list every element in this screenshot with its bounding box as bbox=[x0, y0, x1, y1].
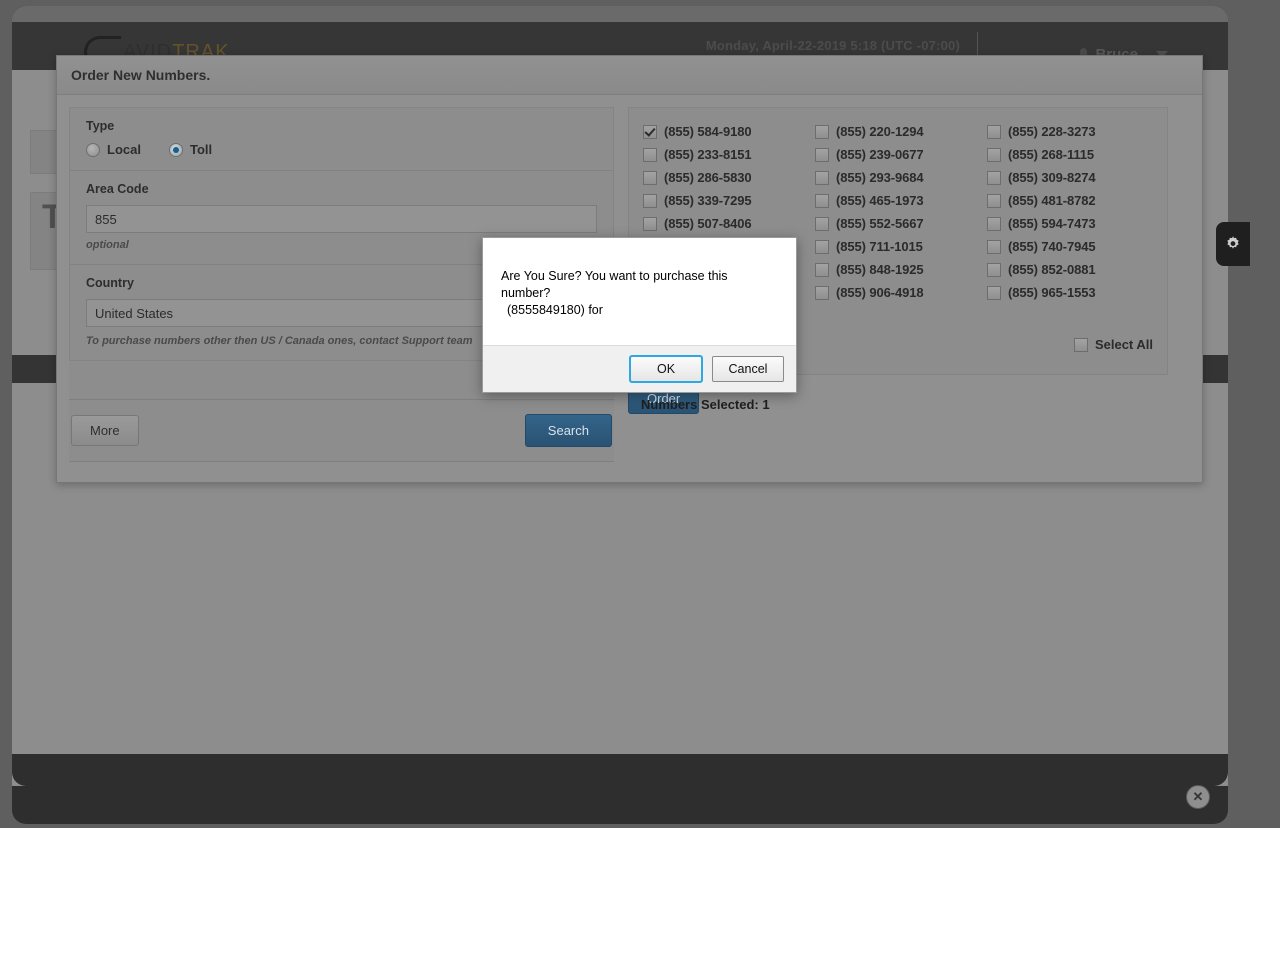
number-label: (855) 309-8274 bbox=[1008, 170, 1096, 185]
number-checkbox[interactable] bbox=[815, 124, 829, 139]
number-item[interactable]: (855) 465-1973 bbox=[815, 189, 981, 212]
number-checkbox[interactable] bbox=[987, 262, 1001, 277]
numbers-selected-count: Numbers Selected: 1 bbox=[641, 397, 770, 412]
app-shell: AVIDTRAK Monday, April-22-2019 5:18 (UTC… bbox=[0, 0, 1280, 828]
radio-toll[interactable]: Toll bbox=[168, 142, 213, 157]
number-item[interactable]: (855) 268-1115 bbox=[987, 143, 1153, 166]
number-label: (855) 228-3273 bbox=[1008, 124, 1096, 139]
number-checkbox[interactable] bbox=[987, 147, 1001, 162]
number-item[interactable]: (855) 852-0881 bbox=[987, 258, 1153, 281]
number-label: (855) 584-9180 bbox=[664, 124, 752, 139]
number-label: (855) 339-7295 bbox=[664, 193, 752, 208]
area-code-label: Area Code bbox=[86, 182, 149, 196]
number-checkbox[interactable] bbox=[643, 170, 657, 185]
confirm-purchase-dialog: Are You Sure? You want to purchase this … bbox=[482, 237, 797, 393]
number-label: (855) 711-1015 bbox=[836, 239, 923, 254]
number-label: (855) 293-9684 bbox=[836, 170, 924, 185]
number-checkbox[interactable] bbox=[987, 193, 1001, 208]
number-item[interactable]: (855) 507-8406 bbox=[643, 212, 809, 235]
app-footer bbox=[12, 754, 1228, 786]
overlay-close-button[interactable]: ✕ bbox=[1186, 785, 1210, 809]
number-checkbox[interactable] bbox=[815, 170, 829, 185]
number-item[interactable]: (855) 233-8151 bbox=[643, 143, 809, 166]
number-item[interactable]: (855) 584-9180 bbox=[643, 120, 809, 143]
radio-local-label: Local bbox=[107, 142, 141, 157]
number-item[interactable]: (855) 481-8782 bbox=[987, 189, 1153, 212]
number-checkbox[interactable] bbox=[643, 124, 657, 139]
radio-local-indicator bbox=[86, 142, 100, 157]
number-item[interactable]: (855) 220-1294 bbox=[815, 120, 981, 143]
radio-toll-indicator bbox=[168, 142, 183, 157]
close-icon: ✕ bbox=[1192, 789, 1204, 804]
number-checkbox[interactable] bbox=[815, 193, 829, 208]
number-item[interactable]: (855) 594-7473 bbox=[987, 212, 1153, 235]
number-checkbox[interactable] bbox=[643, 147, 657, 162]
confirm-message-line1: Are You Sure? You want to purchase this … bbox=[501, 269, 728, 300]
number-label: (855) 481-8782 bbox=[1008, 193, 1096, 208]
confirm-message-line2: (8555849180) for bbox=[507, 302, 603, 317]
confirm-dialog-footer: OK Cancel bbox=[483, 344, 796, 392]
modal-title: Order New Numbers. bbox=[71, 67, 211, 83]
number-label: (855) 286-5830 bbox=[664, 170, 752, 185]
number-checkbox[interactable] bbox=[987, 124, 1001, 139]
number-label: (855) 465-1973 bbox=[836, 193, 924, 208]
more-button[interactable]: More bbox=[71, 415, 139, 446]
type-label: Type bbox=[86, 119, 115, 133]
number-label: (855) 268-1115 bbox=[1008, 147, 1095, 162]
topbar-datetime: Monday, April-22-2019 5:18 (UTC -07:00) bbox=[705, 38, 960, 53]
number-label: (855) 233-8151 bbox=[664, 147, 752, 162]
form-actions: More Search bbox=[69, 399, 614, 462]
number-checkbox[interactable] bbox=[987, 216, 1001, 231]
number-label: (855) 740-7945 bbox=[1008, 239, 1096, 254]
number-checkbox[interactable] bbox=[815, 262, 829, 277]
number-checkbox[interactable] bbox=[987, 239, 1001, 254]
number-item[interactable]: (855) 848-1925 bbox=[815, 258, 981, 281]
confirm-ok-button[interactable]: OK bbox=[629, 354, 703, 383]
number-checkbox[interactable] bbox=[815, 147, 829, 162]
number-item[interactable]: (855) 228-3273 bbox=[987, 120, 1153, 143]
number-label: (855) 220-1294 bbox=[836, 124, 924, 139]
number-item[interactable]: (855) 552-5667 bbox=[815, 212, 981, 235]
number-item[interactable]: (855) 740-7945 bbox=[987, 235, 1153, 258]
number-item[interactable]: (855) 286-5830 bbox=[643, 166, 809, 189]
number-checkbox[interactable] bbox=[987, 285, 1001, 300]
number-item[interactable]: (855) 339-7295 bbox=[643, 189, 809, 212]
number-item[interactable]: (855) 965-1553 bbox=[987, 281, 1153, 304]
select-all-label: Select All bbox=[1094, 337, 1153, 352]
numbers-selected-wrap: Numbers Selected: 1 bbox=[641, 396, 770, 414]
number-checkbox[interactable] bbox=[815, 285, 829, 300]
number-label: (855) 965-1553 bbox=[1008, 285, 1096, 300]
number-item[interactable]: (855) 711-1015 bbox=[815, 235, 981, 258]
modal-header: Order New Numbers. bbox=[57, 56, 1202, 95]
area-code-input[interactable] bbox=[86, 205, 597, 233]
number-checkbox[interactable] bbox=[987, 170, 1001, 185]
number-item[interactable]: (855) 906-4918 bbox=[815, 281, 981, 304]
number-item[interactable]: (855) 309-8274 bbox=[987, 166, 1153, 189]
number-label: (855) 906-4918 bbox=[836, 285, 924, 300]
number-label: (855) 852-0881 bbox=[1008, 262, 1096, 277]
select-all-checkbox[interactable] bbox=[1073, 337, 1088, 352]
number-item[interactable]: (855) 239-0677 bbox=[815, 143, 981, 166]
gear-icon bbox=[1227, 236, 1239, 249]
number-label: (855) 239-0677 bbox=[836, 147, 924, 162]
number-item[interactable]: (855) 293-9684 bbox=[815, 166, 981, 189]
number-checkbox[interactable] bbox=[643, 216, 657, 231]
type-row: Type Local Toll bbox=[70, 108, 613, 171]
number-checkbox[interactable] bbox=[815, 239, 829, 254]
search-button[interactable]: Search bbox=[524, 414, 612, 447]
settings-gear-tab[interactable] bbox=[1216, 222, 1250, 266]
number-label: (855) 507-8406 bbox=[664, 216, 752, 231]
number-label: (855) 594-7473 bbox=[1008, 216, 1096, 231]
number-label: (855) 848-1925 bbox=[836, 262, 924, 277]
radio-toll-label: Toll bbox=[189, 142, 213, 157]
number-checkbox[interactable] bbox=[643, 193, 657, 208]
confirm-dialog-message: Are You Sure? You want to purchase this … bbox=[483, 238, 796, 345]
confirm-cancel-button[interactable]: Cancel bbox=[712, 355, 784, 382]
number-label: (855) 552-5667 bbox=[836, 216, 924, 231]
number-checkbox[interactable] bbox=[815, 216, 829, 231]
radio-local[interactable]: Local bbox=[86, 142, 141, 157]
type-radio-group: Local Toll bbox=[86, 142, 597, 157]
